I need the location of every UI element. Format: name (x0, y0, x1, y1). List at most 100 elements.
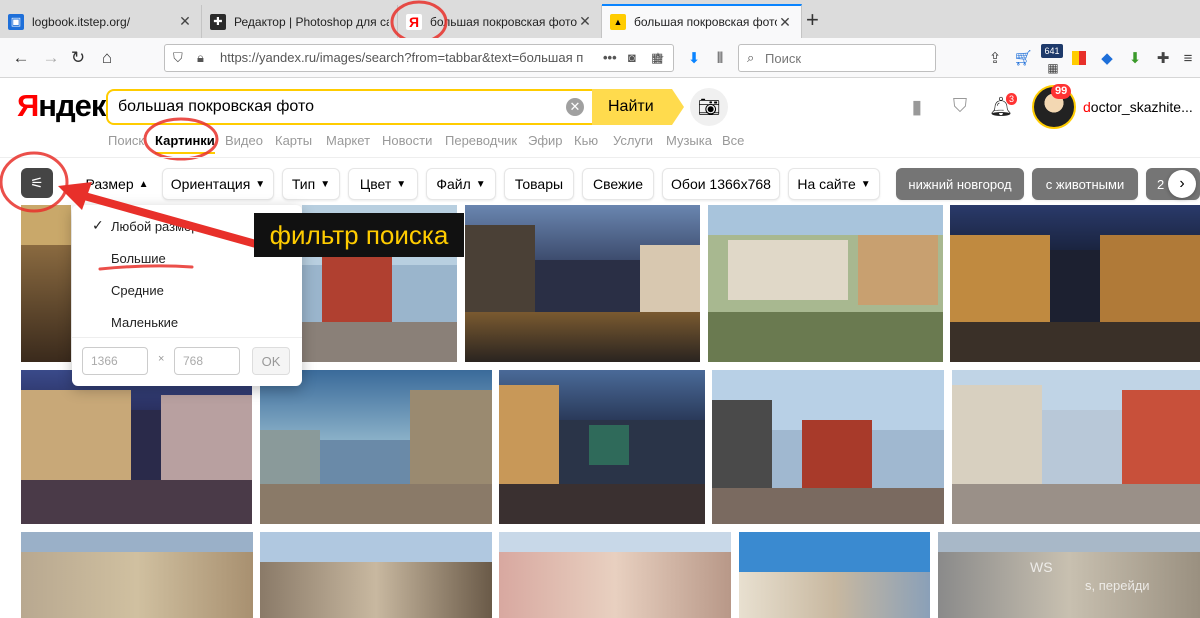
shield-check-icon[interactable]: ⛉ (948, 95, 972, 119)
username-rest: octor_skazhite... (1090, 99, 1193, 115)
browser-tab-logbook[interactable]: ▣ logbook.itstep.org/ ✕ (0, 5, 202, 38)
result-image[interactable] (938, 532, 1200, 618)
puzzle-icon[interactable]: ✚ (1153, 48, 1173, 68)
tab-title: большая покровская фото: 2 (634, 15, 777, 29)
browser-nav-bar: ← → ↻ ⌂ ⛉ 🔒︎ https://yandex.ru/images/se… (0, 38, 1200, 78)
pocket-icon[interactable]: ◙ (628, 50, 636, 65)
search-icon: ⌕ (747, 50, 755, 65)
size-option-small[interactable]: Маленькие (111, 315, 178, 330)
tab-title: большая покровская фото — (430, 14, 577, 29)
filter-label: Обои 1366x768 (671, 176, 771, 192)
avatar-badge: 99 (1051, 84, 1072, 99)
filter-label: Свежие (593, 176, 643, 192)
close-icon[interactable]: ✕ (577, 13, 593, 30)
service-efir[interactable]: Эфир (528, 133, 563, 148)
filter-label: Товары (514, 176, 564, 192)
size-option-medium[interactable]: Средние (111, 283, 164, 298)
service-uslugi[interactable]: Услуги (613, 133, 653, 148)
address-bar[interactable]: ⛉ 🔒︎ https://yandex.ru/images/search?fro… (164, 44, 674, 72)
browser-search-input[interactable]: ⌕ Поиск (738, 44, 936, 72)
cart-icon[interactable]: 🛒︎ (1013, 48, 1033, 68)
result-image[interactable] (950, 205, 1200, 362)
filter-wallpaper[interactable]: Обои 1366x768 (662, 168, 780, 200)
result-image[interactable] (260, 532, 492, 618)
result-image[interactable] (952, 370, 1200, 524)
result-image[interactable] (712, 370, 944, 524)
search-placeholder: Поиск (765, 51, 802, 66)
share-icon[interactable]: ⇪ (985, 48, 1005, 68)
editor-icon: ✚ (210, 13, 226, 30)
clear-icon[interactable]: ✕ (566, 98, 584, 116)
times-sign: × (158, 353, 165, 365)
filter-label: На сайте (797, 176, 856, 192)
service-translate[interactable]: Переводчик (445, 133, 517, 148)
lock-icon[interactable]: 🔒︎ (197, 50, 204, 66)
service-maps[interactable]: Карты (275, 133, 312, 148)
service-market[interactable]: Маркет (326, 133, 370, 148)
browser-tab-strip: ▣ logbook.itstep.org/ ✕ ✚ Редактор | Pho… (0, 0, 1200, 38)
width-input[interactable]: 1366 (82, 347, 148, 375)
search-query-text[interactable]: большая покровская фото (118, 98, 314, 116)
shield-icon[interactable]: ⛉ (173, 50, 183, 66)
notification-badge: 3 (1006, 93, 1018, 105)
result-image[interactable] (739, 532, 930, 618)
username-first-letter: d (1083, 99, 1091, 115)
back-icon[interactable]: ← (10, 47, 32, 69)
username[interactable]: doctor_skazhite... (1083, 99, 1193, 115)
browser-tab-photoshop[interactable]: ✚ Редактор | Photoshop для сам (202, 5, 398, 38)
menu-icon[interactable]: ≡ (1178, 48, 1198, 68)
windows-watermark-line2: s, перейди (1085, 578, 1150, 593)
result-image[interactable] (21, 532, 253, 618)
suggest-chip-animals[interactable]: с животными (1032, 168, 1138, 200)
result-image[interactable] (21, 370, 252, 524)
filter-on-site[interactable]: На сайте ▼ (788, 168, 880, 200)
bookmark-icon[interactable]: ◆ (1097, 48, 1117, 68)
flag-icon[interactable] (1069, 48, 1089, 68)
more-icon[interactable]: ••• (603, 50, 617, 65)
filter-goods[interactable]: Товары (504, 168, 574, 200)
close-icon[interactable]: ✕ (177, 13, 193, 30)
service-news[interactable]: Новости (382, 133, 432, 148)
ok-button[interactable]: OK (252, 347, 290, 375)
download-icon[interactable]: ⬇ (684, 48, 704, 68)
find-button[interactable]: Найти (592, 89, 684, 125)
service-video[interactable]: Видео (225, 133, 263, 148)
bookmark-star-icon[interactable]: ☆ (648, 48, 668, 68)
result-image[interactable] (465, 205, 700, 362)
filter-label: Файл (436, 176, 471, 192)
service-music[interactable]: Музыка (666, 133, 712, 148)
collections-icon[interactable]: ▮ (905, 95, 929, 119)
service-all[interactable]: Все (722, 133, 744, 148)
browser-tab-yandex-images[interactable]: ▲ большая покровская фото: 2 ✕ (602, 4, 802, 38)
image-icon: ▲ (610, 14, 626, 30)
suggest-chip-nizhny[interactable]: нижний новгород (896, 168, 1024, 200)
filter-fresh[interactable]: Свежие (582, 168, 654, 200)
logo-letter: Я (17, 88, 39, 123)
filter-file[interactable]: Файл ▼ (426, 168, 496, 200)
result-image[interactable] (708, 205, 943, 362)
url-text[interactable]: https://yandex.ru/images/search?from=tab… (220, 50, 590, 65)
chevron-down-icon: ▼ (320, 178, 331, 190)
height-input[interactable]: 768 (174, 347, 240, 375)
library-icon[interactable]: ⫴ (710, 48, 730, 68)
service-kyu[interactable]: Кью (574, 133, 598, 148)
divider (72, 337, 302, 338)
camera-icon[interactable]: 📷︎ (690, 88, 728, 126)
annotation-callout: фильтр поиска (254, 213, 464, 257)
download-helper-icon[interactable]: ⬇ (1125, 48, 1145, 68)
result-image[interactable] (499, 532, 731, 618)
chevron-down-icon: ▼ (475, 178, 486, 190)
reload-icon[interactable]: ↻ (67, 47, 89, 69)
new-tab-button[interactable]: + (806, 9, 819, 31)
filter-color[interactable]: Цвет ▼ (348, 168, 418, 200)
home-icon[interactable]: ⌂ (96, 47, 118, 69)
grid-icon[interactable]: ▦ (1043, 58, 1063, 78)
extension-badge[interactable]: 641 (1041, 44, 1063, 58)
result-image[interactable] (499, 370, 705, 524)
service-search[interactable]: Поиск (108, 133, 144, 148)
result-image[interactable] (260, 370, 492, 524)
filter-label: Цвет (359, 176, 392, 192)
forward-icon[interactable]: → (40, 47, 62, 69)
close-icon[interactable]: ✕ (777, 14, 793, 31)
chevron-right-icon[interactable]: › (1168, 170, 1196, 198)
